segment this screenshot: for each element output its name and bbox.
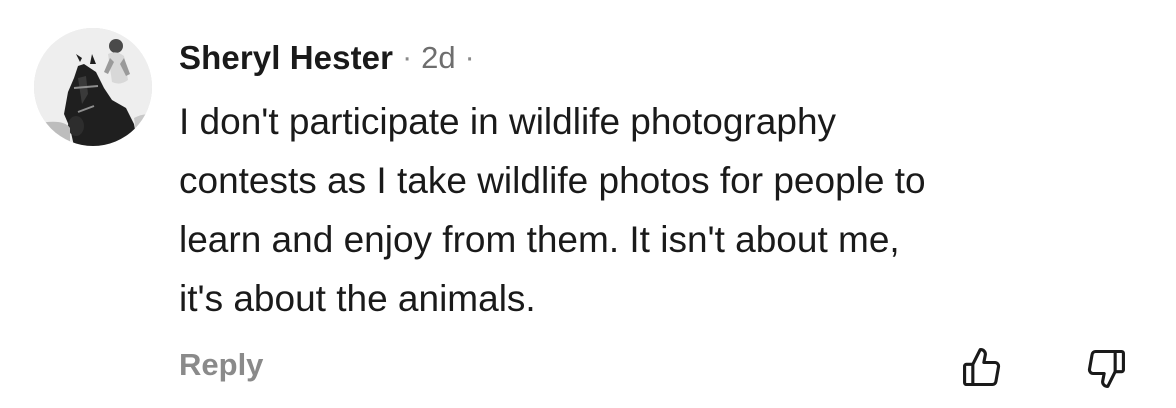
separator-dot: ·	[464, 41, 475, 74]
reply-button[interactable]: Reply	[179, 347, 263, 383]
downvote-button[interactable]	[1084, 346, 1128, 390]
timestamp: 2d	[421, 40, 456, 75]
comment: Sheryl Hester · 2d · I don't participate…	[0, 0, 1176, 408]
upvote-button[interactable]	[960, 346, 1004, 390]
thumbs-up-icon	[963, 348, 1001, 387]
avatar-image	[34, 28, 152, 146]
comment-text-line: I don't participate in wildlife photogra…	[179, 101, 837, 142]
comment-text: I don't participate in wildlife photogra…	[179, 92, 1149, 328]
thumbs-down-icon	[1087, 349, 1125, 388]
separator-dot: ·	[402, 41, 413, 74]
author-name[interactable]: Sheryl Hester	[179, 39, 393, 77]
comment-header: Sheryl Hester · 2d ·	[179, 36, 484, 80]
comment-text-line: it's about the animals.	[179, 278, 536, 319]
avatar[interactable]	[34, 28, 152, 146]
comment-text-line: contests as I take wildlife photos for p…	[179, 160, 926, 201]
comment-text-line: learn and enjoy from them. It isn't abou…	[179, 219, 900, 260]
